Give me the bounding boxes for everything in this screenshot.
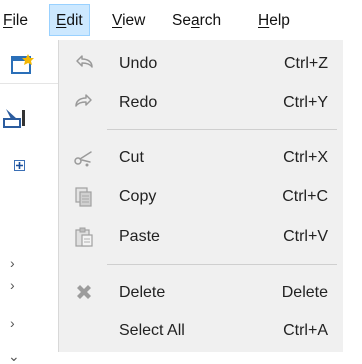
menu-search[interactable]: Search <box>172 9 221 33</box>
menu-item-shortcut: Delete <box>281 284 328 301</box>
menu-separator <box>107 129 337 130</box>
menu-item-select-all[interactable]: Select All Ctrl+A <box>59 314 344 348</box>
menu-item-label: Cut <box>119 149 144 166</box>
menu-item-redo[interactable]: Redo Ctrl+Y <box>59 86 344 120</box>
chevron-right-icon[interactable]: › <box>10 256 15 270</box>
menu-item-label: Copy <box>119 188 157 205</box>
menu-item-shortcut: Ctrl+A <box>283 322 328 339</box>
chevron-right-icon[interactable]: › <box>10 316 15 330</box>
menu-item-label: Redo <box>119 94 158 111</box>
menu-item-copy[interactable]: Copy Ctrl+C <box>59 180 344 214</box>
menu-item-cut[interactable]: Cut Ctrl+X <box>59 141 344 175</box>
menu-item-shortcut: Ctrl+C <box>282 188 328 205</box>
menu-item-label: Paste <box>119 228 160 245</box>
edit-menu-dropdown: Undo Ctrl+Z Redo Ctrl+Y Cut Ctrl+X Copy … <box>58 40 343 352</box>
menu-file[interactable]: File <box>3 9 28 33</box>
menu-view[interactable]: View <box>112 9 145 33</box>
paste-icon <box>73 226 95 248</box>
menu-item-delete[interactable]: Delete Delete <box>59 276 344 310</box>
menu-item-label: Select All <box>119 322 185 339</box>
menu-item-shortcut: Ctrl+V <box>283 228 328 245</box>
background-panel: › › › ⌄ <box>0 40 58 363</box>
menu-bar: File Edit View Search Help <box>0 0 362 40</box>
menu-item-shortcut: Ctrl+Y <box>283 94 328 111</box>
chevron-right-icon[interactable]: › <box>10 278 15 292</box>
menu-item-shortcut: Ctrl+Z <box>284 55 328 72</box>
menu-search-label: Search <box>172 12 222 29</box>
menu-item-shortcut: Ctrl+X <box>283 149 328 166</box>
new-document-icon[interactable] <box>11 53 35 75</box>
menu-edit[interactable]: Edit <box>49 4 90 36</box>
copy-icon <box>73 186 95 208</box>
menu-help[interactable]: Help <box>258 9 290 33</box>
menu-item-paste[interactable]: Paste Ctrl+V <box>59 220 344 254</box>
menu-file-label: File <box>3 12 28 29</box>
menu-help-label: Help <box>258 12 290 29</box>
menu-view-label: View <box>112 12 146 29</box>
project-icon[interactable] <box>2 107 22 129</box>
chevron-down-icon[interactable]: ⌄ <box>8 349 20 363</box>
menu-item-label: Undo <box>119 55 158 72</box>
undo-icon <box>73 53 95 75</box>
menu-separator <box>107 264 337 265</box>
toolbar-divider <box>0 83 58 84</box>
menu-edit-label: Edit <box>56 12 83 29</box>
menu-item-undo[interactable]: Undo Ctrl+Z <box>59 47 344 81</box>
project-label-fragment <box>22 110 25 126</box>
scissors-icon <box>73 147 95 169</box>
expand-box-icon[interactable] <box>14 160 25 171</box>
menu-item-label: Delete <box>119 284 166 301</box>
delete-icon <box>73 282 95 304</box>
redo-icon <box>73 92 95 114</box>
